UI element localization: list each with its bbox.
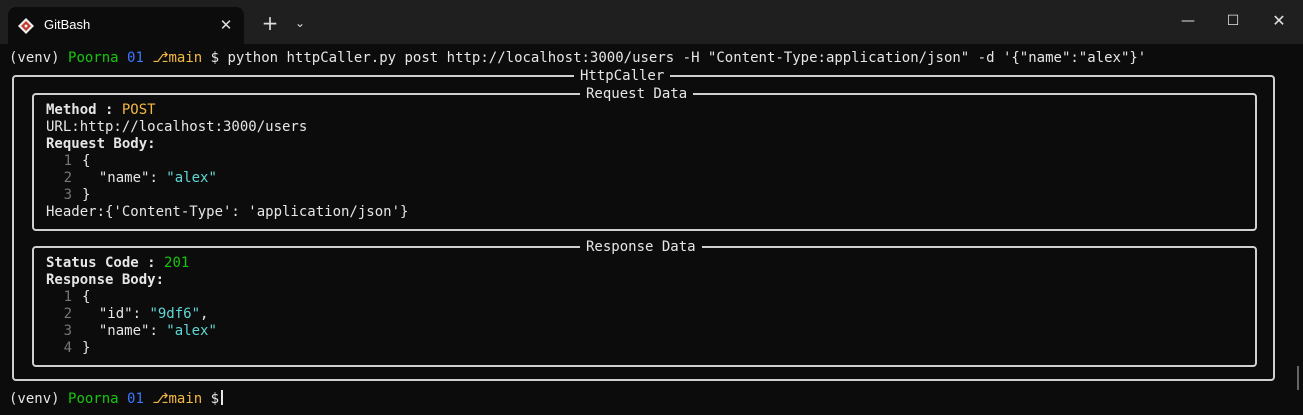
method-value: POST (121, 102, 156, 118)
method-label: Method : (46, 102, 122, 118)
scrollbar[interactable] (1297, 366, 1299, 390)
request-body-label: Request Body: (46, 136, 156, 152)
minimize-button[interactable]: — (1165, 6, 1211, 36)
code-line: 1{ (46, 153, 91, 170)
json-key: "name" (98, 170, 150, 186)
json-trailing: , (200, 306, 209, 322)
prompt-line-2[interactable]: (venv) Poorna 01 ⎇main $ (9, 390, 224, 408)
line-number: 3 (63, 323, 72, 339)
branch-icon: ⎇ (152, 50, 169, 66)
json-key: "id" (98, 306, 133, 322)
response-data-title: Response Data (580, 239, 702, 256)
venv-label: (venv) (9, 50, 60, 66)
json-value: "alex" (166, 170, 217, 186)
code-line: 2 "name": "alex" (46, 170, 217, 187)
new-tab-button[interactable]: + (260, 13, 280, 33)
prompt-number: 01 (127, 50, 144, 66)
code-line: 3} (46, 187, 91, 204)
request-data-title: Request Data (580, 86, 694, 103)
line-number: 2 (63, 170, 72, 186)
json-key: "name" (98, 323, 150, 339)
code-line: 2 "id": "9df6", (46, 306, 209, 323)
code-text: } (82, 187, 91, 203)
command-text: python httpCaller.py post http://localho… (227, 50, 1147, 66)
code-text: { (82, 289, 91, 305)
branch-icon: ⎇ (152, 391, 169, 407)
tab-title: GitBash (44, 17, 91, 32)
line-number: 1 (63, 289, 72, 305)
line-number: 2 (63, 306, 72, 322)
json-value: "9df6" (149, 306, 201, 322)
status-line: Status Code : 201 (46, 255, 189, 272)
close-window-button[interactable]: ✕ (1256, 6, 1302, 36)
code-line: 1{ (46, 289, 91, 306)
tab-close-icon[interactable]: ✕ (216, 15, 236, 35)
method-line: Method : POST (46, 102, 156, 119)
json-value: "alex" (166, 323, 217, 339)
prompt-dollar: $ (210, 50, 220, 66)
code-text: { (82, 153, 91, 169)
json-separator: : (149, 323, 167, 339)
prompt-line-1: (venv) Poorna 01 ⎇main $ python httpCall… (9, 50, 1146, 67)
maximize-button[interactable]: ☐ (1210, 6, 1256, 36)
prompt-user: Poorna (68, 391, 119, 407)
json-separator: : (132, 306, 150, 322)
json-separator: : (149, 170, 167, 186)
line-number: 3 (63, 187, 72, 203)
venv-label: (venv) (9, 391, 60, 407)
title-bar: GitBash ✕ + ⌄ — ☐ ✕ (0, 0, 1303, 44)
prompt-number: 01 (127, 391, 144, 407)
text-cursor (221, 390, 224, 405)
code-line: 3 "name": "alex" (46, 323, 217, 340)
response-body-label: Response Body: (46, 272, 165, 288)
prompt-dollar: $ (210, 391, 220, 407)
git-diamond-icon (18, 18, 34, 34)
status-value: 201 (164, 255, 190, 271)
branch-name: main (168, 50, 203, 66)
prompt-user: Poorna (68, 50, 119, 66)
header-line: Header:{'Content-Type': 'application/jso… (46, 204, 409, 220)
chevron-down-icon[interactable]: ⌄ (291, 14, 309, 32)
line-number: 1 (63, 153, 72, 169)
code-line: 4} (46, 340, 91, 357)
response-data-panel: Response Data Status Code : 201 Response… (32, 239, 1257, 367)
branch-name: main (168, 391, 203, 407)
httpcaller-title: HttpCaller (574, 68, 671, 85)
status-label: Status Code : (46, 255, 165, 271)
request-data-panel: Request Data Method : POST URL:http://lo… (32, 86, 1257, 231)
tab-gitbash[interactable]: GitBash ✕ (8, 7, 244, 44)
url-line: URL:http://localhost:3000/users (46, 119, 308, 135)
code-text: } (82, 340, 91, 356)
httpcaller-panel: HttpCaller Request Data Method : POST UR… (12, 68, 1275, 381)
line-number: 4 (63, 340, 72, 356)
terminal-area[interactable]: (venv) Poorna 01 ⎇main $ python httpCall… (0, 44, 1303, 415)
